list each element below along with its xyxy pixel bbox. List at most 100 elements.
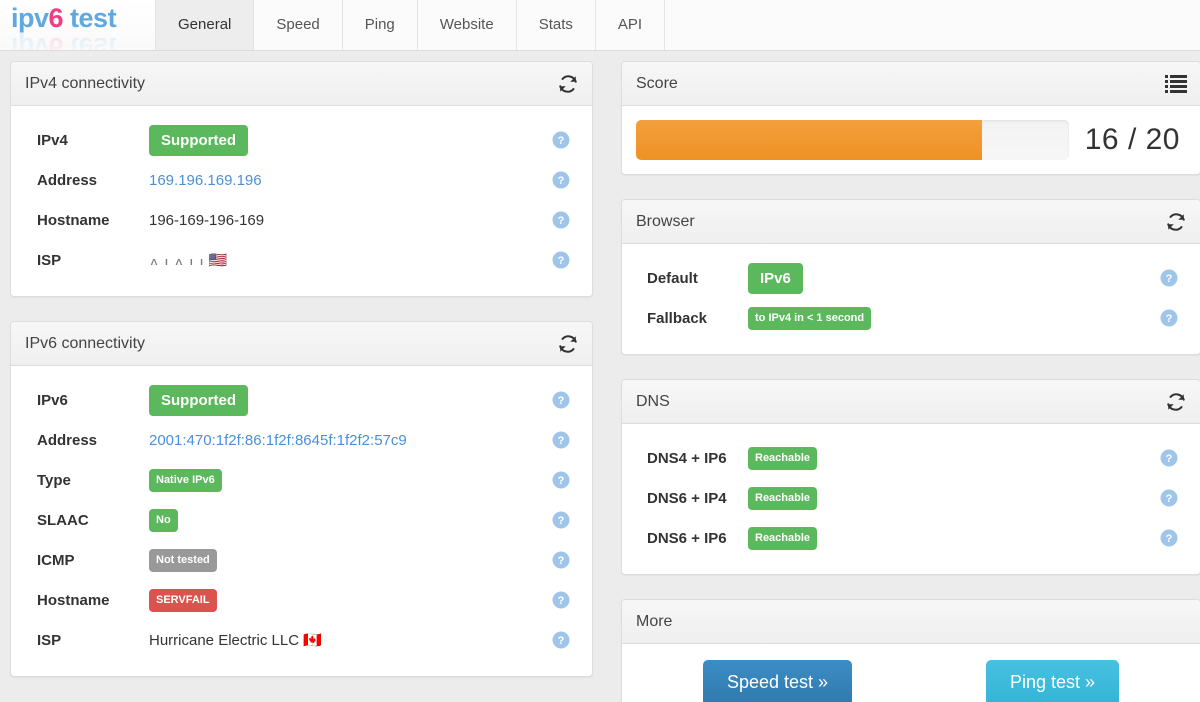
more-panel: More Speed test » Ping test » — [621, 599, 1200, 702]
browser-value-default: IPv6 — [748, 262, 803, 294]
ipv6-value-icmp: Not tested — [149, 548, 217, 572]
dns-panel-title: DNS — [636, 392, 670, 410]
svg-text:?: ? — [558, 215, 565, 227]
browser-value-fallback: to IPv4 in < 1 second — [748, 306, 872, 330]
svg-text:?: ? — [558, 555, 565, 567]
ipv6-label-icmp: ICMP — [37, 551, 75, 569]
dns-panel-header: DNS — [622, 380, 1200, 424]
svg-text:?: ? — [558, 135, 565, 147]
site-logo[interactable]: ipv6 test ipv6 test — [0, 0, 155, 50]
help-icon[interactable]: ? — [552, 131, 570, 149]
status-badge: Reachable — [748, 446, 818, 470]
help-icon[interactable]: ? — [552, 431, 570, 449]
tab-website[interactable]: Website — [418, 0, 517, 50]
score-panel: Score 16 / 20 — [621, 61, 1200, 175]
ipv6-row-ipv6: IPv6 Supported ? — [25, 380, 578, 420]
svg-text:?: ? — [558, 175, 565, 187]
status-badge: Supported — [149, 384, 248, 416]
ping-test-button[interactable]: Ping test » — [985, 660, 1120, 702]
help-icon[interactable]: ? — [552, 631, 570, 649]
svg-text:?: ? — [558, 515, 565, 527]
refresh-icon[interactable] — [557, 333, 579, 355]
status-badge: Supported — [149, 124, 248, 156]
ipv4-value-ipv4: Supported — [149, 124, 248, 156]
help-icon[interactable]: ? — [1160, 529, 1178, 547]
refresh-icon[interactable] — [1165, 391, 1187, 413]
score-panel-title: Score — [636, 74, 678, 92]
tab-api[interactable]: API — [596, 0, 666, 50]
svg-text:?: ? — [1166, 273, 1173, 285]
main-tabs: General Speed Ping Website Stats API — [155, 0, 666, 50]
ipv4-connectivity-panel: IPv4 connectivity IPv4 Supported ? Addre… — [10, 61, 593, 297]
browser-panel-header: Browser — [622, 200, 1200, 244]
logo-six: 6 — [48, 3, 64, 33]
browser-label-fallback: Fallback — [647, 309, 708, 327]
ipv6-row-slaac: SLAAC No ? — [25, 500, 578, 540]
ipv6-label-isp: ISP — [37, 631, 62, 649]
ipv6-label-address: Address — [37, 431, 98, 449]
tab-general[interactable]: General — [155, 0, 255, 50]
browser-label-default: Default — [647, 269, 698, 287]
help-icon[interactable]: ? — [1160, 269, 1178, 287]
score-panel-header: Score — [622, 62, 1200, 106]
status-badge: IPv6 — [748, 262, 803, 294]
ipv6-isp-name: Hurricane Electric LLC — [149, 631, 300, 649]
score-progress-bar — [636, 120, 1069, 160]
help-icon[interactable]: ? — [552, 171, 570, 189]
ipv6-label-hostname: Hostname — [37, 591, 110, 609]
ipv4-value-address: 169.196.169.196 — [149, 172, 262, 189]
status-badge: to IPv4 in < 1 second — [748, 306, 872, 330]
more-panel-body: Speed test » Ping test » — [622, 644, 1200, 702]
help-icon[interactable]: ? — [552, 471, 570, 489]
help-icon[interactable]: ? — [552, 251, 570, 269]
ipv4-label-ipv4: IPv4 — [37, 131, 68, 149]
speed-test-button[interactable]: Speed test » — [702, 660, 853, 702]
browser-panel-title: Browser — [636, 212, 695, 230]
ipv4-address-link[interactable]: 169.196.169.196 — [149, 172, 262, 189]
left-column: IPv4 connectivity IPv4 Supported ? Addre… — [10, 61, 593, 692]
refresh-icon[interactable] — [557, 73, 579, 95]
browser-panel: Browser Default IPv6 ? Fallback to IPv4 … — [621, 199, 1200, 355]
ipv4-panel-title: IPv4 connectivity — [25, 74, 146, 92]
status-badge: Native IPv6 — [149, 468, 222, 492]
ipv6-connectivity-panel: IPv6 connectivity IPv6 Supported ? Addre… — [10, 321, 593, 677]
tab-ping[interactable]: Ping — [343, 0, 418, 50]
help-icon[interactable]: ? — [552, 511, 570, 529]
ipv4-row-address: Address 169.196.169.196 ? — [25, 160, 578, 200]
ipv6-panel-title: IPv6 connectivity — [25, 334, 146, 352]
ipv6-panel-header: IPv6 connectivity — [11, 322, 592, 366]
ipv6-row-type: Type Native IPv6 ? — [25, 460, 578, 500]
ipv4-panel-header: IPv4 connectivity — [11, 62, 592, 106]
help-icon[interactable]: ? — [552, 211, 570, 229]
tab-speed[interactable]: Speed — [254, 0, 343, 50]
dns-value-dns4-ip6: Reachable — [748, 446, 818, 470]
more-panel-title: More — [636, 612, 673, 630]
svg-text:?: ? — [558, 475, 565, 487]
ipv4-value-isp: A I A I I 🇺🇸 — [149, 253, 227, 268]
help-icon[interactable]: ? — [552, 551, 570, 569]
ipv6-address-link[interactable]: 2001:470:1f2f:86:1f2f:8645f:1f2f2:57c9 — [149, 432, 407, 449]
help-icon[interactable]: ? — [1160, 449, 1178, 467]
dns-panel-body: DNS4 + IP6 Reachable ? DNS6 + IP4 Reacha… — [622, 424, 1200, 574]
list-icon[interactable] — [1165, 74, 1187, 94]
help-icon[interactable]: ? — [1160, 489, 1178, 507]
logo-suffix: test — [63, 3, 117, 33]
help-icon[interactable]: ? — [1160, 309, 1178, 327]
dns-value-dns6-ip4: Reachable — [748, 486, 818, 510]
more-panel-header: More — [622, 600, 1200, 644]
ipv6-value-hostname: SERVFAIL — [149, 588, 217, 612]
status-badge: Not tested — [149, 548, 217, 572]
refresh-icon[interactable] — [1165, 211, 1187, 233]
ipv6-row-icmp: ICMP Not tested ? — [25, 540, 578, 580]
status-badge: Reachable — [748, 486, 818, 510]
tab-stats[interactable]: Stats — [517, 0, 596, 50]
status-badge: SERVFAIL — [149, 588, 217, 612]
svg-text:?: ? — [558, 595, 565, 607]
ipv6-label-ipv6: IPv6 — [37, 391, 68, 409]
help-icon[interactable]: ? — [552, 591, 570, 609]
score-panel-body: 16 / 20 — [622, 106, 1200, 174]
page-content: IPv4 connectivity IPv4 Supported ? Addre… — [0, 51, 1200, 702]
svg-text:?: ? — [558, 435, 565, 447]
ipv6-value-address: 2001:470:1f2f:86:1f2f:8645f:1f2f2:57c9 — [149, 432, 407, 449]
help-icon[interactable]: ? — [552, 391, 570, 409]
